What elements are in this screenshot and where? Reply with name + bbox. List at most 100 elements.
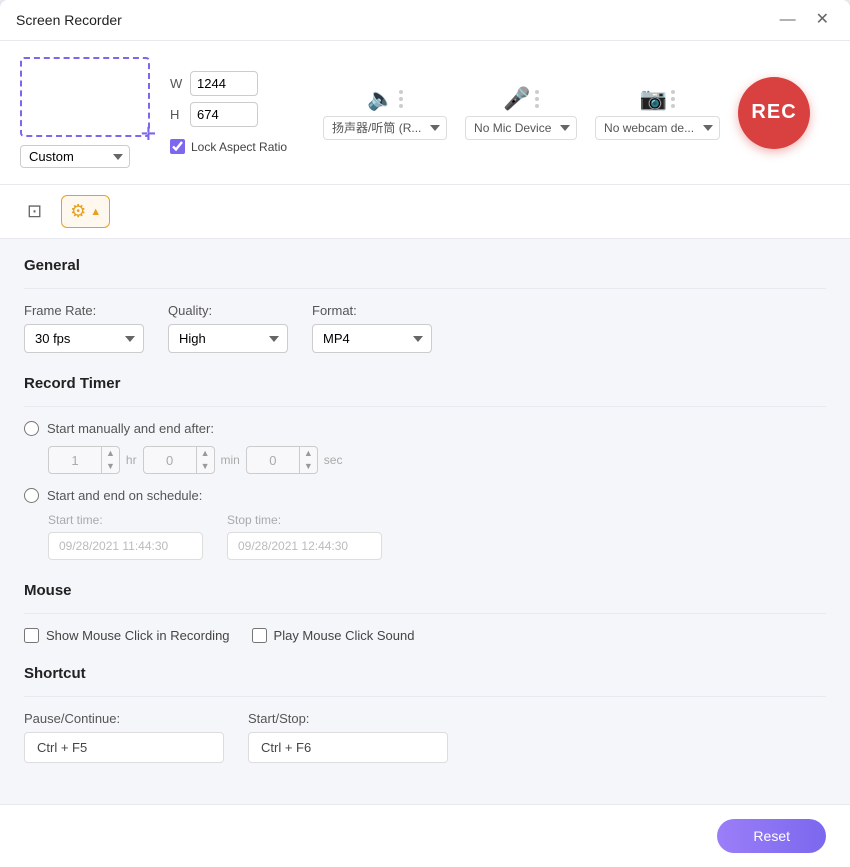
- general-divider: [24, 288, 826, 289]
- wh-fields: W H Lock Aspect Ratio: [170, 71, 287, 154]
- wh-section: W H Lock Aspect Ratio: [166, 71, 287, 154]
- crosshair-icon: ✛: [141, 125, 156, 143]
- webcam-icon-row: 📷: [640, 86, 675, 112]
- hr-field: ▲ ▼: [48, 446, 120, 474]
- sec-up-btn[interactable]: ▲: [300, 447, 317, 460]
- min-unit: min: [221, 453, 240, 467]
- bottom-bar: Reset: [0, 804, 850, 867]
- timer-divider: [24, 406, 826, 407]
- startstop-input[interactable]: [248, 732, 448, 763]
- stop-time-label: Stop time:: [227, 513, 382, 527]
- hr-down-btn[interactable]: ▼: [102, 460, 119, 473]
- chevron-up-icon: ▲: [90, 206, 101, 218]
- region-box[interactable]: ✛: [20, 57, 150, 137]
- mouse-divider: [24, 613, 826, 614]
- startstop-label: Start/Stop:: [248, 711, 448, 726]
- quality-label: Quality:: [168, 303, 288, 318]
- sec-spinners: ▲ ▼: [299, 447, 317, 473]
- speaker-icon-row: 🔈: [367, 86, 402, 112]
- sec-down-btn[interactable]: ▼: [300, 460, 317, 473]
- window-controls: — ✕: [775, 10, 834, 30]
- min-input[interactable]: [144, 448, 196, 473]
- pause-input[interactable]: [24, 732, 224, 763]
- general-section: General Frame Rate: 30 fps 15 fps 24 fps…: [24, 257, 826, 353]
- sec-field: ▲ ▼: [246, 446, 318, 474]
- reset-button[interactable]: Reset: [717, 819, 826, 853]
- screen-icon: ⊡: [27, 201, 42, 222]
- mouse-title: Mouse: [24, 582, 826, 599]
- manual-radio[interactable]: [24, 421, 39, 436]
- manual-radio-row: Start manually and end after:: [24, 421, 826, 436]
- general-form-row: Frame Rate: 30 fps 15 fps 24 fps 60 fps …: [24, 303, 826, 353]
- play-sound-checkbox[interactable]: [252, 628, 267, 643]
- rec-button[interactable]: REC: [738, 77, 810, 149]
- window-title: Screen Recorder: [16, 12, 122, 28]
- play-sound-item: Play Mouse Click Sound: [252, 628, 415, 643]
- shortcut-section: Shortcut Pause/Continue: Start/Stop:: [24, 665, 826, 763]
- startstop-shortcut-group: Start/Stop:: [248, 711, 448, 763]
- preset-dropdown[interactable]: Custom Full Screen 1920×1080 1280×720: [20, 145, 130, 168]
- start-time-label: Start time:: [48, 513, 203, 527]
- format-select[interactable]: MP4 MOV AVI FLV TS GIF: [312, 324, 432, 353]
- shortcut-row: Pause/Continue: Start/Stop:: [24, 711, 826, 763]
- width-row: W: [170, 71, 287, 96]
- lock-aspect-checkbox[interactable]: [170, 139, 185, 154]
- format-group: Format: MP4 MOV AVI FLV TS GIF: [312, 303, 432, 353]
- mic-icon-row: 🎤: [503, 86, 538, 112]
- min-spinners: ▲ ▼: [196, 447, 214, 473]
- region-select: Custom Full Screen 1920×1080 1280×720: [20, 145, 130, 168]
- minimize-button[interactable]: —: [775, 10, 801, 30]
- webcam-dropdown[interactable]: No webcam de...: [595, 116, 720, 140]
- play-sound-label: Play Mouse Click Sound: [274, 628, 415, 643]
- quality-select[interactable]: High Low Medium: [168, 324, 288, 353]
- title-bar: Screen Recorder — ✕: [0, 0, 850, 41]
- min-down-btn[interactable]: ▼: [197, 460, 214, 473]
- pause-label: Pause/Continue:: [24, 711, 224, 726]
- lock-aspect-label: Lock Aspect Ratio: [191, 140, 287, 154]
- stop-time-input[interactable]: [227, 532, 382, 560]
- hr-input[interactable]: [49, 448, 101, 473]
- screen-capture-button[interactable]: ⊡: [18, 195, 51, 228]
- min-up-btn[interactable]: ▲: [197, 447, 214, 460]
- show-click-label: Show Mouse Click in Recording: [46, 628, 230, 643]
- schedule-label: Start and end on schedule:: [47, 488, 202, 503]
- general-title: General: [24, 257, 826, 274]
- manual-label: Start manually and end after:: [47, 421, 214, 436]
- framerate-label: Frame Rate:: [24, 303, 144, 318]
- settings-button[interactable]: ⚙ ▲: [61, 195, 110, 228]
- min-field: ▲ ▼: [143, 446, 215, 474]
- hr-unit: hr: [126, 453, 137, 467]
- framerate-select[interactable]: 30 fps 15 fps 24 fps 60 fps: [24, 324, 144, 353]
- hr-spinners: ▲ ▼: [101, 447, 119, 473]
- framerate-group: Frame Rate: 30 fps 15 fps 24 fps 60 fps: [24, 303, 144, 353]
- pause-shortcut-group: Pause/Continue:: [24, 711, 224, 763]
- width-input[interactable]: [190, 71, 258, 96]
- height-input[interactable]: [190, 102, 258, 127]
- start-time-input[interactable]: [48, 532, 203, 560]
- mic-icon: 🎤: [503, 86, 530, 112]
- shortcut-divider: [24, 696, 826, 697]
- timer-inputs: ▲ ▼ hr ▲ ▼ min ▲ ▼: [48, 446, 826, 474]
- schedule-radio[interactable]: [24, 488, 39, 503]
- show-click-item: Show Mouse Click in Recording: [24, 628, 230, 643]
- start-time-group: Start time:: [48, 513, 203, 560]
- record-timer-section: Record Timer Start manually and end afte…: [24, 375, 826, 560]
- close-button[interactable]: ✕: [811, 10, 834, 30]
- quality-group: Quality: High Low Medium: [168, 303, 288, 353]
- mic-dots: [535, 90, 539, 108]
- mouse-section: Mouse Show Mouse Click in Recording Play…: [24, 582, 826, 643]
- schedule-radio-row: Start and end on schedule:: [24, 488, 826, 503]
- shortcut-title: Shortcut: [24, 665, 826, 682]
- speaker-icon: 🔈: [367, 86, 394, 112]
- sec-input[interactable]: [247, 448, 299, 473]
- mic-dropdown[interactable]: No Mic Device: [465, 116, 577, 140]
- height-row: H: [170, 102, 287, 127]
- speaker-dropdown[interactable]: 扬声器/听筒 (R...: [323, 116, 447, 140]
- gear-icon: ⚙: [70, 201, 86, 222]
- height-label: H: [170, 107, 184, 122]
- mic-device: 🎤 No Mic Device: [465, 86, 577, 140]
- show-click-checkbox[interactable]: [24, 628, 39, 643]
- capture-region: ✛ Custom Full Screen 1920×1080 1280×720: [20, 57, 150, 168]
- toolbar-row: ⊡ ⚙ ▲: [0, 185, 850, 239]
- hr-up-btn[interactable]: ▲: [102, 447, 119, 460]
